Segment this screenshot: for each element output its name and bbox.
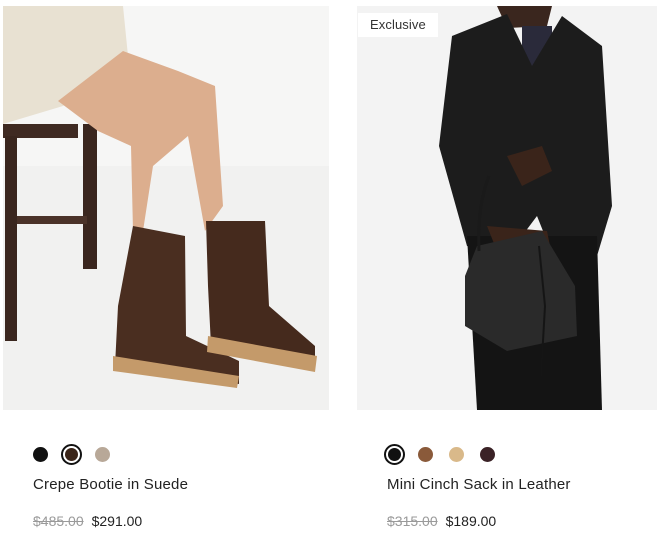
product-image-bootie [3,6,329,410]
product-image-cinch-sack [357,6,657,410]
original-price: $485.00 [33,513,84,529]
product-title[interactable]: Mini Cinch Sack in Leather [387,476,571,493]
original-price: $315.00 [387,513,438,529]
product-image[interactable]: Exclusive [357,6,657,410]
sale-price: $189.00 [445,513,497,529]
color-swatch-black[interactable] [33,446,48,462]
product-price: $315.00 $189.00 [387,513,496,529]
color-swatch-dark-brown[interactable] [480,446,495,462]
color-swatches [33,442,126,466]
color-swatches [384,442,511,466]
product-title[interactable]: Crepe Bootie in Suede [33,476,188,493]
color-swatch-black[interactable] [384,443,405,465]
product-card[interactable]: Exclusive Mini Cinch Sack in Leather $31… [357,0,657,536]
product-card[interactable]: Crepe Bootie in Suede $485.00 $291.00 [3,0,329,536]
product-price: $485.00 $291.00 [33,513,142,529]
color-swatch-brown[interactable] [61,443,82,465]
color-swatch-camel[interactable] [449,446,464,462]
sale-price: $291.00 [91,513,143,529]
color-swatch-taupe[interactable] [95,446,110,462]
exclusive-badge: Exclusive [358,13,438,37]
product-image[interactable] [3,6,329,410]
color-swatch-cognac[interactable] [418,446,433,462]
